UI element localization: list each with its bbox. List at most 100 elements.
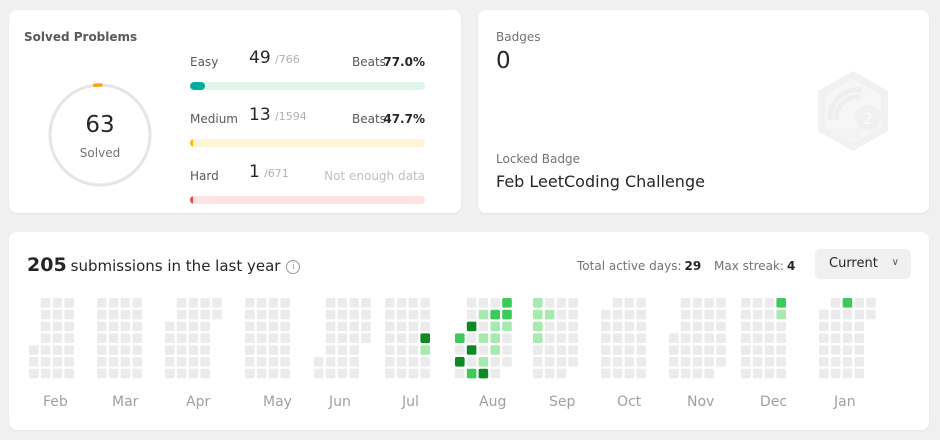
heatmap-day-cell[interactable] <box>256 368 267 379</box>
heatmap-day-cell[interactable] <box>280 321 290 332</box>
heatmap-day-cell[interactable] <box>396 368 407 379</box>
heatmap-day-cell[interactable] <box>692 333 703 343</box>
heatmap-day-cell[interactable] <box>716 357 726 367</box>
heatmap-day-cell[interactable] <box>40 368 51 379</box>
heatmap-day-cell[interactable] <box>337 298 348 308</box>
heatmap-day-cell[interactable] <box>337 368 348 379</box>
heatmap-day-cell[interactable] <box>624 333 635 343</box>
heatmap-day-cell[interactable] <box>636 298 646 308</box>
heatmap-day-cell[interactable] <box>776 357 786 367</box>
heatmap-day-cell[interactable] <box>741 321 751 332</box>
heatmap-day-cell[interactable] <box>466 298 477 308</box>
heatmap-day-cell[interactable] <box>52 345 63 355</box>
heatmap-day-cell[interactable] <box>478 333 489 343</box>
heatmap-day-cell[interactable] <box>64 309 74 320</box>
heatmap-day-cell[interactable] <box>337 333 348 343</box>
heatmap-day-cell[interactable] <box>568 345 578 355</box>
heatmap-day-cell[interactable] <box>349 309 359 320</box>
heatmap-day-cell[interactable] <box>716 345 726 355</box>
heatmap-day-cell[interactable] <box>455 345 465 355</box>
heatmap-day-cell[interactable] <box>280 357 290 367</box>
heatmap-day-cell[interactable] <box>704 368 714 379</box>
heatmap-day-cell[interactable] <box>314 368 324 379</box>
heatmap-day-cell[interactable] <box>256 309 267 320</box>
heatmap-day-cell[interactable] <box>97 333 107 343</box>
heatmap-day-cell[interactable] <box>819 368 829 379</box>
heatmap-day-cell[interactable] <box>716 298 726 308</box>
feb-badge-icon[interactable]: 2 <box>810 68 896 154</box>
heatmap-day-cell[interactable] <box>830 321 841 332</box>
heatmap-day-cell[interactable] <box>556 309 567 320</box>
heatmap-day-cell[interactable] <box>280 298 290 308</box>
heatmap-day-cell[interactable] <box>612 321 623 332</box>
heatmap-day-cell[interactable] <box>256 298 267 308</box>
heatmap-day-cell[interactable] <box>52 357 63 367</box>
heatmap-day-cell[interactable] <box>108 321 119 332</box>
heatmap-day-cell[interactable] <box>64 357 74 367</box>
heatmap-day-cell[interactable] <box>478 321 489 332</box>
heatmap-day-cell[interactable] <box>420 298 430 308</box>
heatmap-day-cell[interactable] <box>268 345 279 355</box>
heatmap-day-cell[interactable] <box>636 333 646 343</box>
heatmap-day-cell[interactable] <box>533 298 543 308</box>
heatmap-day-cell[interactable] <box>396 345 407 355</box>
heatmap-day-cell[interactable] <box>120 345 131 355</box>
heatmap-day-cell[interactable] <box>669 333 679 343</box>
heatmap-day-cell[interactable] <box>533 333 543 343</box>
heatmap-day-cell[interactable] <box>132 368 142 379</box>
heatmap-day-cell[interactable] <box>408 368 419 379</box>
heatmap-day-cell[interactable] <box>842 345 853 355</box>
heatmap-day-cell[interactable] <box>624 298 635 308</box>
heatmap-day-cell[interactable] <box>854 345 864 355</box>
heatmap-day-cell[interactable] <box>256 321 267 332</box>
heatmap-day-cell[interactable] <box>200 333 210 343</box>
heatmap-day-cell[interactable] <box>601 321 611 332</box>
heatmap-day-cell[interactable] <box>466 345 477 355</box>
heatmap-day-cell[interactable] <box>502 298 512 308</box>
heatmap-day-cell[interactable] <box>776 368 786 379</box>
heatmap-day-cell[interactable] <box>188 309 199 320</box>
heatmap-day-cell[interactable] <box>830 309 841 320</box>
heatmap-day-cell[interactable] <box>385 298 395 308</box>
heatmap-day-cell[interactable] <box>280 333 290 343</box>
heatmap-day-cell[interactable] <box>704 333 714 343</box>
heatmap-day-cell[interactable] <box>866 309 876 320</box>
heatmap-day-cell[interactable] <box>120 298 131 308</box>
heatmap-day-cell[interactable] <box>165 357 175 367</box>
heatmap-day-cell[interactable] <box>680 309 691 320</box>
heatmap-day-cell[interactable] <box>842 298 853 308</box>
heatmap-day-cell[interactable] <box>245 298 255 308</box>
heatmap-day-cell[interactable] <box>533 309 543 320</box>
heatmap-day-cell[interactable] <box>502 321 512 332</box>
heatmap-day-cell[interactable] <box>854 333 864 343</box>
heatmap-day-cell[interactable] <box>764 345 775 355</box>
heatmap-day-cell[interactable] <box>704 298 714 308</box>
heatmap-day-cell[interactable] <box>741 368 751 379</box>
heatmap-day-cell[interactable] <box>245 333 255 343</box>
heatmap-day-cell[interactable] <box>200 298 210 308</box>
heatmap-day-cell[interactable] <box>624 368 635 379</box>
heatmap-day-cell[interactable] <box>466 357 477 367</box>
heatmap-day-cell[interactable] <box>132 298 142 308</box>
heatmap-day-cell[interactable] <box>245 345 255 355</box>
heatmap-day-cell[interactable] <box>669 345 679 355</box>
heatmap-day-cell[interactable] <box>556 357 567 367</box>
heatmap-day-cell[interactable] <box>556 368 567 379</box>
heatmap-day-cell[interactable] <box>752 309 763 320</box>
heatmap-day-cell[interactable] <box>819 309 829 320</box>
heatmap-day-cell[interactable] <box>490 368 500 379</box>
heatmap-day-cell[interactable] <box>396 321 407 332</box>
heatmap-day-cell[interactable] <box>776 345 786 355</box>
heatmap-day-cell[interactable] <box>692 357 703 367</box>
heatmap-day-cell[interactable] <box>478 309 489 320</box>
heatmap-day-cell[interactable] <box>490 333 500 343</box>
heatmap-day-cell[interactable] <box>455 368 465 379</box>
heatmap-day-cell[interactable] <box>741 345 751 355</box>
heatmap-day-cell[interactable] <box>819 345 829 355</box>
heatmap-day-cell[interactable] <box>52 368 63 379</box>
heatmap-day-cell[interactable] <box>455 357 465 367</box>
heatmap-day-cell[interactable] <box>478 345 489 355</box>
heatmap-day-cell[interactable] <box>716 309 726 320</box>
heatmap-day-cell[interactable] <box>568 298 578 308</box>
heatmap-day-cell[interactable] <box>64 368 74 379</box>
